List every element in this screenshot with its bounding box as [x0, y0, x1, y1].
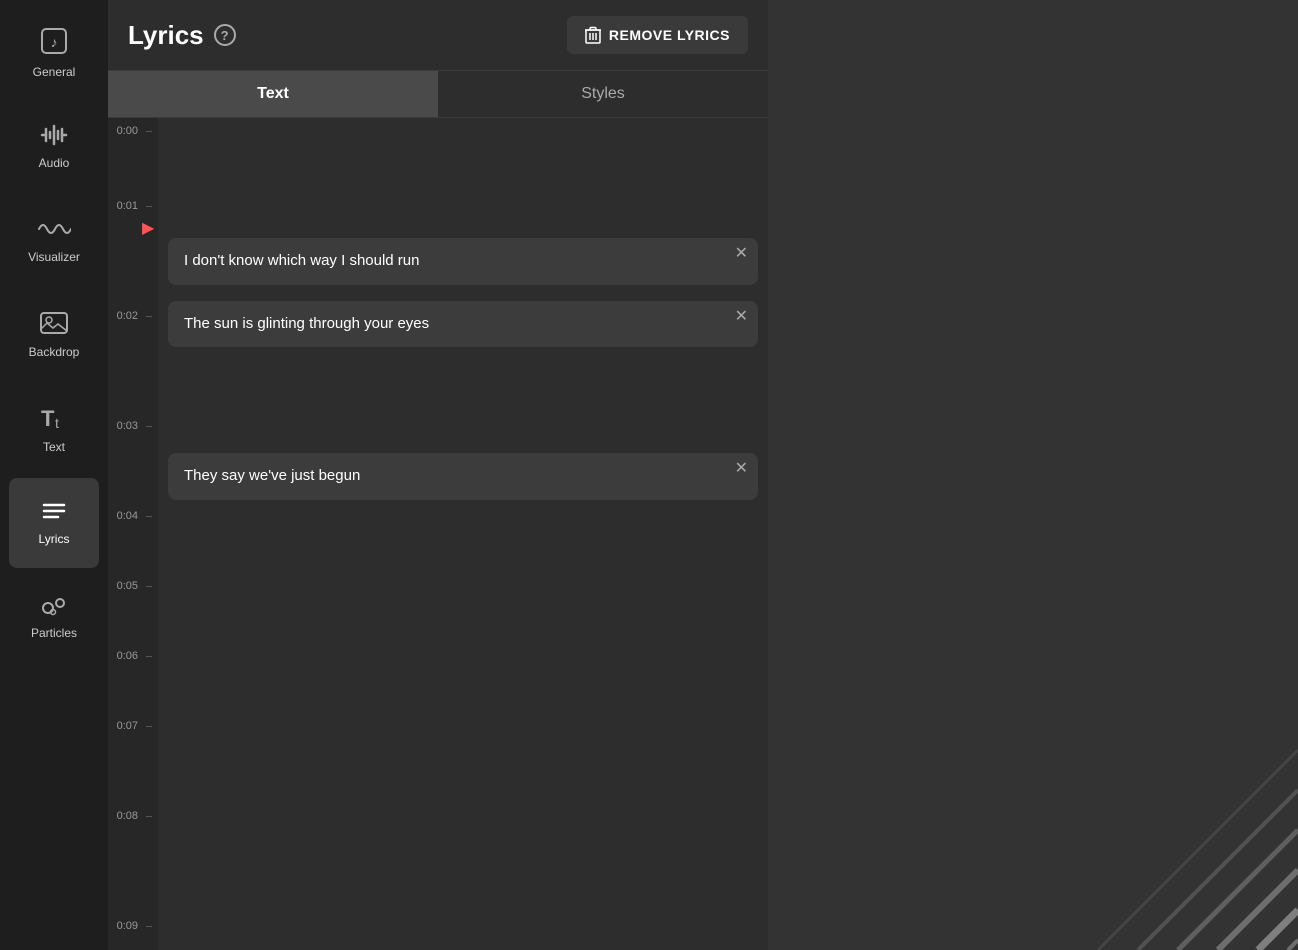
lyrics-track[interactable]: ✕ I don't know which way I should run ✕ The… [158, 118, 768, 950]
time-tick [146, 726, 152, 727]
lyrics-title: Lyrics ? [128, 20, 236, 51]
svg-text:♪: ♪ [51, 34, 58, 50]
sidebar-item-visualizer-label: Visualizer [28, 250, 80, 264]
tab-styles[interactable]: Styles [438, 71, 768, 117]
sidebar-item-text[interactable]: T t Text [9, 384, 99, 474]
visualizer-icon [37, 218, 71, 244]
help-icon[interactable]: ? [214, 24, 236, 46]
sidebar-item-visualizer[interactable]: Visualizer [9, 196, 99, 286]
lyric-close-button-1[interactable]: ✕ [735, 309, 748, 325]
time-label: 0:05 [108, 581, 142, 592]
text-icon: T t [39, 404, 69, 434]
time-label: 0:07 [108, 721, 142, 732]
music-note-icon: ♪ [40, 27, 68, 59]
tabs: Text Styles [108, 71, 768, 118]
time-label: 0:06 [108, 651, 142, 662]
lyrics-icon [40, 500, 68, 526]
time-mark-000: 0:00 [108, 126, 158, 137]
time-label: 0:01 [108, 201, 142, 212]
sidebar-item-text-label: Text [43, 440, 65, 454]
time-label: 0:08 [108, 811, 142, 822]
time-tick [146, 316, 152, 317]
time-mark-006: 0:06 [108, 651, 158, 662]
audio-icon [40, 124, 68, 150]
time-mark-003: 0:03 [108, 421, 158, 432]
lyric-block-2: ✕ They say we've just begun [168, 453, 758, 500]
lyrics-heading: Lyrics [128, 20, 204, 51]
time-label: 0:02 [108, 311, 142, 322]
sidebar: ♪ General Audio Visualizer [0, 0, 108, 950]
remove-lyrics-button[interactable]: REMOVE LYRICS [567, 16, 748, 54]
preview-panel [768, 0, 1298, 950]
lyric-spacer-1 [168, 291, 758, 301]
time-tick [146, 816, 152, 817]
time-tick [146, 206, 152, 207]
time-label: 0:09 [108, 921, 142, 932]
particles-icon [40, 594, 68, 620]
time-tick [146, 926, 152, 927]
sidebar-item-backdrop-label: Backdrop [29, 345, 80, 359]
lyric-block-0: ✕ I don't know which way I should run [168, 238, 758, 285]
time-tick [146, 131, 152, 132]
svg-text:T: T [41, 406, 55, 430]
sidebar-item-general-label: General [33, 65, 76, 79]
sidebar-item-audio-label: Audio [39, 156, 70, 170]
timeline-container: 0:00 0:01 0:02 0:03 0:04 0:05 0:06 0:07 0:08 0:09… [108, 118, 768, 950]
lyric-close-button-2[interactable]: ✕ [735, 461, 748, 477]
preview-diagonal-lines [998, 650, 1298, 950]
lyric-text-0: I don't know which way I should run [184, 252, 420, 269]
play-marker: ▶ [142, 221, 154, 237]
lyric-text-2: They say we've just begun [184, 467, 360, 484]
backdrop-icon [39, 311, 69, 339]
main-panel: Lyrics ? REMOVE LYRICS Text Styles [108, 0, 768, 950]
sidebar-item-lyrics-label: Lyrics [39, 532, 70, 546]
panel-header: Lyrics ? REMOVE LYRICS [108, 0, 768, 71]
svg-text:t: t [55, 415, 59, 430]
lyric-spacer-0 [168, 168, 758, 238]
time-label: 0:03 [108, 421, 142, 432]
sidebar-item-general[interactable]: ♪ General [9, 8, 99, 98]
time-mark-009: 0:09 [108, 921, 158, 932]
time-tick [146, 586, 152, 587]
time-tick [146, 516, 152, 517]
time-mark-001: 0:01 [108, 201, 158, 212]
sidebar-item-backdrop[interactable]: Backdrop [9, 290, 99, 380]
time-ruler: 0:00 0:01 0:02 0:03 0:04 0:05 0:06 0:07 0:08 0:09… [108, 118, 158, 950]
trash-icon [585, 26, 601, 44]
time-mark-008: 0:08 [108, 811, 158, 822]
time-mark-004: 0:04 [108, 511, 158, 522]
lyric-block-1: ✕ The sun is glinting through your eyes [168, 301, 758, 348]
time-tick [146, 656, 152, 657]
sidebar-item-audio[interactable]: Audio [9, 102, 99, 192]
time-label: 0:04 [108, 511, 142, 522]
time-mark-007: 0:07 [108, 721, 158, 732]
sidebar-item-lyrics[interactable]: Lyrics [9, 478, 99, 568]
time-mark-002: 0:02 [108, 311, 158, 322]
sidebar-item-particles[interactable]: Particles [9, 572, 99, 662]
lyric-spacer-2 [168, 353, 758, 453]
sidebar-item-particles-label: Particles [31, 626, 77, 640]
time-tick [146, 426, 152, 427]
lyric-close-button-0[interactable]: ✕ [735, 246, 748, 262]
remove-lyrics-label: REMOVE LYRICS [609, 27, 730, 43]
time-mark-005: 0:05 [108, 581, 158, 592]
tab-text[interactable]: Text [108, 71, 438, 117]
lyric-text-1: The sun is glinting through your eyes [184, 315, 429, 332]
time-label: 0:00 [108, 126, 142, 137]
